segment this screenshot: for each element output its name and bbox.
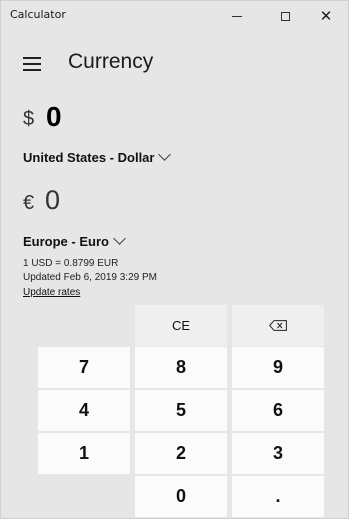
decimal-label: .: [275, 486, 281, 506]
digit-3-label: 3: [272, 443, 283, 463]
minimize-button[interactable]: [215, 1, 259, 31]
title-bar[interactable]: Calculator ✕: [1, 1, 348, 31]
to-currency-label: Europe - Euro: [23, 234, 109, 249]
digit-8-button[interactable]: 8: [135, 347, 227, 388]
digit-1-button[interactable]: 1: [38, 433, 130, 474]
digit-6-label: 6: [272, 400, 283, 420]
updated-timestamp: Updated Feb 6, 2019 3:29 PM: [23, 272, 157, 283]
digit-2-button[interactable]: 2: [135, 433, 227, 474]
digit-9-label: 9: [272, 357, 283, 377]
digit-6-button[interactable]: 6: [232, 390, 324, 431]
digit-1-label: 1: [78, 443, 89, 463]
from-amount[interactable]: 0: [46, 101, 62, 133]
from-currency-dropdown[interactable]: United States - Dollar: [23, 148, 172, 165]
update-rates-link[interactable]: Update rates: [23, 287, 80, 298]
close-icon: ✕: [319, 6, 333, 25]
close-button[interactable]: ✕: [304, 1, 348, 31]
backspace-icon: [269, 320, 287, 331]
digit-4-button[interactable]: 4: [38, 390, 130, 431]
digit-5-button[interactable]: 5: [135, 390, 227, 431]
to-currency-symbol: €: [23, 192, 35, 214]
digit-3-button[interactable]: 3: [232, 433, 324, 474]
exchange-rate-text: 1 USD = 0.8799 EUR: [23, 258, 119, 269]
ce-label: CE: [171, 318, 191, 333]
digit-8-label: 8: [175, 357, 186, 377]
digit-7-button[interactable]: 7: [38, 347, 130, 388]
from-currency-label: United States - Dollar: [23, 150, 155, 165]
to-currency-dropdown[interactable]: Europe - Euro: [23, 232, 126, 249]
digit-2-label: 2: [175, 443, 186, 463]
digit-0-button[interactable]: 0: [135, 476, 227, 517]
decimal-button[interactable]: .: [232, 476, 324, 517]
hamburger-menu-icon[interactable]: [23, 57, 41, 71]
to-amount[interactable]: 0: [45, 185, 60, 216]
backspace-button[interactable]: [232, 305, 324, 346]
app-title: Calculator: [10, 8, 66, 21]
chevron-down-icon: [113, 232, 126, 245]
chevron-down-icon: [158, 148, 172, 161]
calculator-window: Calculator ✕ Currency $ 0 United States …: [0, 0, 349, 519]
ce-button[interactable]: CE: [135, 305, 227, 346]
maximize-icon: [280, 11, 290, 21]
mode-title: Currency: [68, 50, 154, 73]
digit-4-label: 4: [78, 400, 89, 420]
minimize-icon: [232, 15, 242, 17]
digit-0-label: 0: [175, 486, 186, 506]
digit-9-button[interactable]: 9: [232, 347, 324, 388]
maximize-button[interactable]: [263, 1, 307, 31]
from-currency-symbol: $: [23, 108, 35, 130]
digit-7-label: 7: [78, 357, 89, 377]
digit-5-label: 5: [175, 400, 186, 420]
